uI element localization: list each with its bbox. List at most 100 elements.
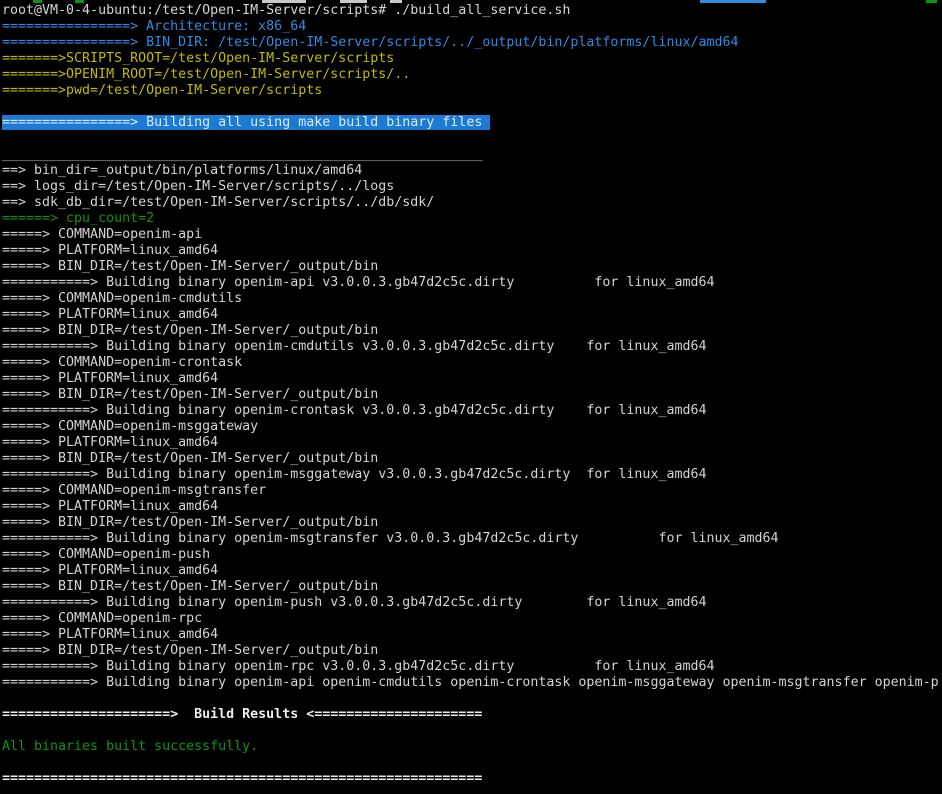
terminal-line: =====> COMMAND=openim-cmdutils [2, 291, 942, 307]
terminal-text: =====> COMMAND=openim-api [2, 227, 202, 242]
terminal-output: root@VM-0-4-ubuntu:/test/Open-IM-Server/… [2, 3, 942, 787]
terminal-text: =====> COMMAND=openim-cmdutils [2, 291, 242, 306]
terminal-text: =====> PLATFORM=linux_amd64 [2, 243, 218, 258]
terminal-line: =====> PLATFORM=linux_amd64 [2, 627, 942, 643]
clipped-previous-line-fragment [390, 0, 402, 3]
terminal-text: ===========> Building binary openim-api … [2, 275, 714, 290]
terminal-text: ________________________________________… [2, 147, 482, 162]
clipped-previous-line-fragment [700, 0, 766, 3]
terminal-text: =====> COMMAND=openim-rpc [2, 611, 202, 626]
terminal-line: ===========> Building binary openim-cron… [2, 403, 942, 419]
terminal-text: =====> PLATFORM=linux_amd64 [2, 499, 218, 514]
terminal-text: ===========> Building binary openim-msgg… [2, 467, 706, 482]
terminal-line: =====> COMMAND=openim-msggateway [2, 419, 942, 435]
clipped-previous-line-fragment [926, 0, 937, 3]
terminal-line: ================> BIN_DIR: /test/Open-IM… [2, 35, 942, 51]
terminal-line [2, 99, 942, 115]
terminal-text: =======>OPENIM_ROOT=/test/Open-IM-Server… [2, 67, 410, 82]
terminal-line [2, 723, 942, 739]
terminal-text: ==> logs_dir=/test/Open-IM-Server/script… [2, 179, 394, 194]
terminal-text: =====> BIN_DIR=/test/Open-IM-Server/_out… [2, 259, 378, 274]
terminal-text: =====> BIN_DIR=/test/Open-IM-Server/_out… [2, 387, 378, 402]
terminal-line: =====> PLATFORM=linux_amd64 [2, 243, 942, 259]
terminal-line: ================> Building all using mak… [2, 115, 942, 131]
terminal-text: =====> PLATFORM=linux_amd64 [2, 627, 218, 642]
terminal-text: =====================> Build Results <==… [2, 707, 482, 722]
clipped-previous-line-fragment [33, 0, 42, 3]
terminal-line: ===========> Building binary openim-push… [2, 595, 942, 611]
terminal-text: =====> BIN_DIR=/test/Open-IM-Server/_out… [2, 579, 378, 594]
terminal-line: ========================================… [2, 771, 942, 787]
terminal-text: ===========> Building binary openim-push… [2, 595, 706, 610]
terminal-line: ================> Architecture: x86_64 [2, 19, 942, 35]
terminal-text: ==> sdk_db_dir=/test/Open-IM-Server/scri… [2, 195, 434, 210]
terminal-text: ===========> Building binary openim-rpc … [2, 659, 714, 674]
terminal-line: =======>SCRIPTS_ROOT=/test/Open-IM-Serve… [2, 51, 942, 67]
terminal-line: root@VM-0-4-ubuntu:/test/Open-IM-Server/… [2, 3, 942, 19]
terminal-line: ======> cpu_count=2 [2, 211, 942, 227]
terminal-line: ==> sdk_db_dir=/test/Open-IM-Server/scri… [2, 195, 942, 211]
terminal-line: =====> BIN_DIR=/test/Open-IM-Server/_out… [2, 387, 942, 403]
terminal-line: =====> COMMAND=openim-rpc [2, 611, 942, 627]
terminal-line: ===========> Building binary openim-rpc … [2, 659, 942, 675]
terminal-line: ===========> Building binary openim-api … [2, 675, 942, 691]
terminal-line: =======>pwd=/test/Open-IM-Server/scripts [2, 83, 942, 99]
terminal-text: ================> Architecture: x86_64 [2, 19, 306, 34]
terminal-text: =======>SCRIPTS_ROOT=/test/Open-IM-Serve… [2, 51, 394, 66]
terminal-text: root@VM-0-4-ubuntu:/test/Open-IM-Server/… [2, 3, 570, 18]
terminal-line: =====> COMMAND=openim-push [2, 547, 942, 563]
terminal-line [2, 131, 942, 147]
terminal-text: ===========> Building binary openim-msgt… [2, 531, 779, 546]
terminal-text: =====> BIN_DIR=/test/Open-IM-Server/_out… [2, 451, 378, 466]
terminal-text: =====> COMMAND=openim-crontask [2, 355, 242, 370]
terminal-text: =====> BIN_DIR=/test/Open-IM-Server/_out… [2, 323, 378, 338]
terminal-line: =====> COMMAND=openim-msgtransfer [2, 483, 942, 499]
terminal-line: =====> COMMAND=openim-api [2, 227, 942, 243]
terminal-text: =====> COMMAND=openim-msgtransfer [2, 483, 266, 498]
terminal-text: =====> PLATFORM=linux_amd64 [2, 307, 218, 322]
terminal-line: =====> PLATFORM=linux_amd64 [2, 307, 942, 323]
terminal-text: ==> bin_dir=_output/bin/platforms/linux/… [2, 163, 362, 178]
terminal-text: =====> PLATFORM=linux_amd64 [2, 435, 218, 450]
terminal-line: All binaries built successfully. [2, 739, 942, 755]
terminal-line: =====> COMMAND=openim-crontask [2, 355, 942, 371]
terminal-line [2, 755, 942, 771]
terminal-text: ===========> Building binary openim-cmdu… [2, 339, 706, 354]
terminal-text: =====> PLATFORM=linux_amd64 [2, 563, 218, 578]
terminal-text: ===========> Building binary openim-api … [2, 675, 939, 690]
terminal-text: ===========> Building binary openim-cron… [2, 403, 706, 418]
terminal-text: ======> cpu_count=2 [2, 211, 154, 226]
terminal-text: =====> COMMAND=openim-msggateway [2, 419, 258, 434]
terminal-line: =====> PLATFORM=linux_amd64 [2, 435, 942, 451]
terminal-line: =======>OPENIM_ROOT=/test/Open-IM-Server… [2, 67, 942, 83]
clipped-previous-line-fragment [75, 0, 84, 3]
terminal-text: =====> COMMAND=openim-push [2, 547, 210, 562]
terminal-line: =====================> Build Results <==… [2, 707, 942, 723]
terminal-line: =====> BIN_DIR=/test/Open-IM-Server/_out… [2, 579, 942, 595]
terminal-text: ========================================… [2, 771, 482, 786]
terminal-line: ===========> Building binary openim-msgg… [2, 467, 942, 483]
terminal-line: =====> PLATFORM=linux_amd64 [2, 371, 942, 387]
terminal-text: =======>pwd=/test/Open-IM-Server/scripts [2, 83, 322, 98]
highlighted-status-line: ================> Building all using mak… [2, 115, 490, 130]
terminal-text: =====> BIN_DIR=/test/Open-IM-Server/_out… [2, 515, 378, 530]
terminal-line: =====> BIN_DIR=/test/Open-IM-Server/_out… [2, 515, 942, 531]
terminal-line: ________________________________________… [2, 147, 942, 163]
terminal-line: =====> BIN_DIR=/test/Open-IM-Server/_out… [2, 643, 942, 659]
terminal-text: =====> PLATFORM=linux_amd64 [2, 371, 218, 386]
clipped-previous-line-fragment [262, 0, 306, 3]
terminal-screen[interactable]: root@VM-0-4-ubuntu:/test/Open-IM-Server/… [0, 0, 942, 794]
terminal-text: =====> BIN_DIR=/test/Open-IM-Server/_out… [2, 643, 378, 658]
terminal-line: ===========> Building binary openim-cmdu… [2, 339, 942, 355]
terminal-line: ===========> Building binary openim-msgt… [2, 531, 942, 547]
terminal-text: All binaries built successfully. [2, 739, 258, 754]
terminal-line: ===========> Building binary openim-api … [2, 275, 942, 291]
clipped-previous-line-fragment [340, 0, 367, 3]
terminal-text: ================> BIN_DIR: /test/Open-IM… [2, 35, 739, 50]
terminal-line: =====> PLATFORM=linux_amd64 [2, 499, 942, 515]
terminal-line: ==> bin_dir=_output/bin/platforms/linux/… [2, 163, 942, 179]
terminal-line [2, 691, 942, 707]
terminal-line: =====> PLATFORM=linux_amd64 [2, 563, 942, 579]
terminal-line: =====> BIN_DIR=/test/Open-IM-Server/_out… [2, 323, 942, 339]
terminal-line: =====> BIN_DIR=/test/Open-IM-Server/_out… [2, 259, 942, 275]
